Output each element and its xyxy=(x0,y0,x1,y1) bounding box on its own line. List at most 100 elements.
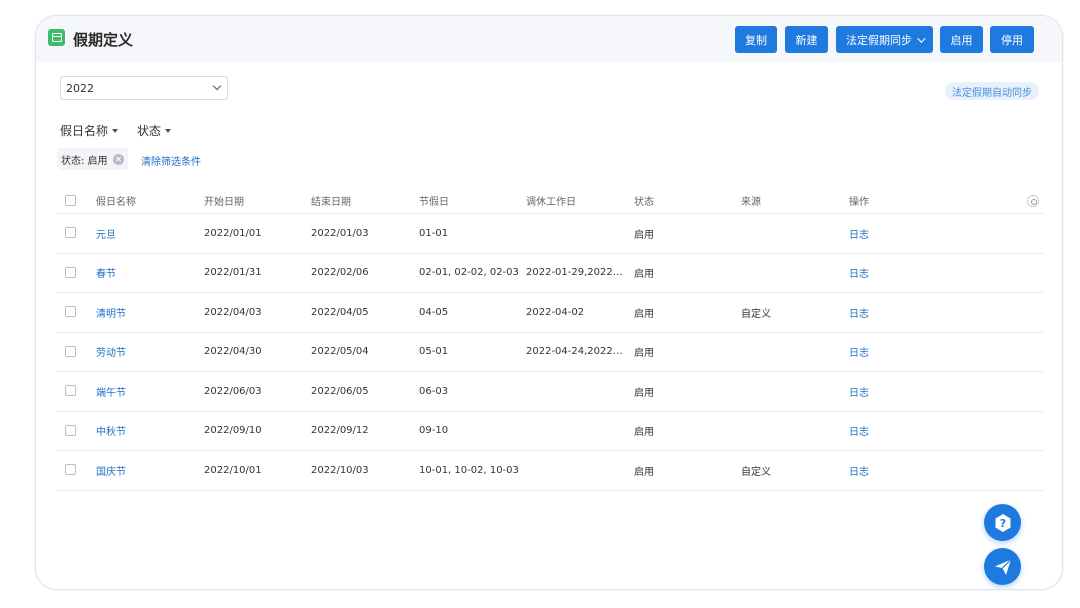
log-link[interactable]: 日志 xyxy=(849,254,869,293)
year-select-value: 2022 xyxy=(66,81,94,95)
row-checkbox[interactable] xyxy=(65,424,76,436)
start-date: 2022/10/01 xyxy=(204,464,262,476)
holiday-name-link[interactable]: 春节 xyxy=(96,254,116,293)
column-header-name[interactable]: 假日名称 xyxy=(96,188,136,213)
svg-text:?: ? xyxy=(999,517,1005,530)
holiday-name-link[interactable]: 元旦 xyxy=(96,214,116,253)
row-checkbox[interactable] xyxy=(65,345,76,357)
column-header-holidays[interactable]: 节假日 xyxy=(419,188,449,213)
auto-sync-button[interactable]: 法定假期自动同步 xyxy=(945,82,1039,100)
status: 启用 xyxy=(634,387,654,399)
log-link[interactable]: 日志 xyxy=(849,333,869,372)
table-row: 清明节 2022/04/03 2022/04/05 04-05 2022-04-… xyxy=(56,293,1044,333)
chevron-down-icon xyxy=(917,33,926,43)
new-button[interactable]: 新建 xyxy=(785,26,828,53)
status: 启用 xyxy=(634,348,654,360)
holiday-name-link[interactable]: 劳动节 xyxy=(96,333,126,372)
filter-status[interactable]: 状态 xyxy=(137,122,172,139)
status: 启用 xyxy=(634,427,654,439)
workdays xyxy=(526,412,626,451)
gear-icon[interactable] xyxy=(1027,195,1039,207)
end-date: 2022/09/12 xyxy=(311,425,369,437)
active-filter-chip: 状态: 启用 xyxy=(57,148,128,170)
active-filter-label: 状态: 启用 xyxy=(61,155,108,167)
holidays: 01-01 xyxy=(419,227,449,239)
main-window: 假期定义 复制 新建 法定假期同步 启用 停用 2022 法定假期自动同步 假日… xyxy=(35,15,1063,590)
filter-status-label: 状态 xyxy=(137,124,162,138)
source: 自定义 xyxy=(741,308,771,320)
end-date: 2022/04/05 xyxy=(311,306,369,318)
send-button[interactable] xyxy=(984,548,1021,585)
enable-button[interactable]: 启用 xyxy=(940,26,983,53)
table-row: 国庆节 2022/10/01 2022/10/03 10-01, 10-02, … xyxy=(56,451,1044,491)
filter-holiday-name-label: 假日名称 xyxy=(60,124,109,138)
sync-dropdown-button[interactable]: 法定假期同步 xyxy=(836,26,933,53)
holiday-name-link[interactable]: 清明节 xyxy=(96,293,126,332)
log-link[interactable]: 日志 xyxy=(849,372,869,411)
log-link[interactable]: 日志 xyxy=(849,293,869,332)
year-select[interactable]: 2022 xyxy=(60,76,228,100)
end-date: 2022/02/06 xyxy=(311,267,369,279)
start-date: 2022/04/03 xyxy=(204,306,262,318)
source: 自定义 xyxy=(741,466,771,478)
end-date: 2022/10/03 xyxy=(311,464,369,476)
workdays: 2022-04-02 xyxy=(526,306,585,318)
row-checkbox[interactable] xyxy=(65,227,76,239)
holidays: 05-01 xyxy=(419,346,449,358)
copy-button[interactable]: 复制 xyxy=(735,26,777,53)
holiday-name-link[interactable]: 中秋节 xyxy=(96,412,126,451)
table-row: 春节 2022/01/31 2022/02/06 02-01, 02-02, 0… xyxy=(56,254,1044,293)
workdays: 2022-01-29,2022… xyxy=(526,267,623,279)
column-header-start[interactable]: 开始日期 xyxy=(204,188,244,213)
page-header: 假期定义 复制 新建 法定假期同步 启用 停用 xyxy=(36,16,1062,62)
table-row: 劳动节 2022/04/30 2022/05/04 05-01 2022-04-… xyxy=(56,333,1044,372)
workdays xyxy=(526,214,626,253)
row-checkbox[interactable] xyxy=(65,306,76,318)
column-header-status[interactable]: 状态 xyxy=(634,188,654,213)
table-row: 元旦 2022/01/01 2022/01/03 01-01 启用 日志 xyxy=(56,214,1044,254)
status: 启用 xyxy=(634,269,654,281)
workdays xyxy=(526,372,626,411)
close-icon[interactable] xyxy=(112,153,124,165)
page-title: 假期定义 xyxy=(73,31,134,49)
holiday-name-link[interactable]: 端午节 xyxy=(96,372,126,411)
log-link[interactable]: 日志 xyxy=(849,412,869,451)
caret-down-icon xyxy=(112,128,119,133)
calendar-icon xyxy=(48,29,65,46)
start-date: 2022/04/30 xyxy=(204,346,262,358)
paper-plane-icon xyxy=(994,558,1011,575)
start-date: 2022/09/10 xyxy=(204,425,262,437)
log-link[interactable]: 日志 xyxy=(849,214,869,253)
status: 启用 xyxy=(634,229,654,241)
sync-button-label: 法定假期同步 xyxy=(846,33,912,47)
log-link[interactable]: 日志 xyxy=(849,451,869,490)
row-checkbox[interactable] xyxy=(65,266,76,278)
help-button[interactable]: ? xyxy=(984,504,1021,541)
column-header-action: 操作 xyxy=(849,197,869,208)
clear-filters-link[interactable]: 清除筛选条件 xyxy=(141,153,201,168)
filter-holiday-name[interactable]: 假日名称 xyxy=(60,122,119,139)
holiday-table: 假日名称 开始日期 结束日期 节假日 调休工作日 状态 来源 操作 元旦 202… xyxy=(56,188,1044,491)
holidays: 09-10 xyxy=(419,425,449,437)
disable-button[interactable]: 停用 xyxy=(990,26,1034,53)
workdays xyxy=(526,451,626,490)
holidays: 04-05 xyxy=(419,306,449,318)
select-all-checkbox[interactable] xyxy=(65,194,76,206)
holiday-name-link[interactable]: 国庆节 xyxy=(96,451,126,490)
chevron-down-icon xyxy=(212,81,222,91)
column-header-workdays[interactable]: 调休工作日 xyxy=(526,188,576,213)
holidays: 02-01, 02-02, 02-03 xyxy=(419,267,519,279)
end-date: 2022/06/05 xyxy=(311,385,369,397)
table-row: 端午节 2022/06/03 2022/06/05 06-03 启用 日志 xyxy=(56,372,1044,412)
start-date: 2022/01/01 xyxy=(204,227,262,239)
column-header-end[interactable]: 结束日期 xyxy=(311,188,351,213)
caret-down-icon xyxy=(165,128,172,133)
status: 启用 xyxy=(634,308,654,320)
end-date: 2022/01/03 xyxy=(311,227,369,239)
row-checkbox[interactable] xyxy=(65,385,76,397)
workdays: 2022-04-24,2022… xyxy=(526,346,623,358)
column-header-source[interactable]: 来源 xyxy=(741,188,761,213)
row-checkbox[interactable] xyxy=(65,464,76,476)
start-date: 2022/06/03 xyxy=(204,385,262,397)
holidays: 10-01, 10-02, 10-03 xyxy=(419,464,519,476)
